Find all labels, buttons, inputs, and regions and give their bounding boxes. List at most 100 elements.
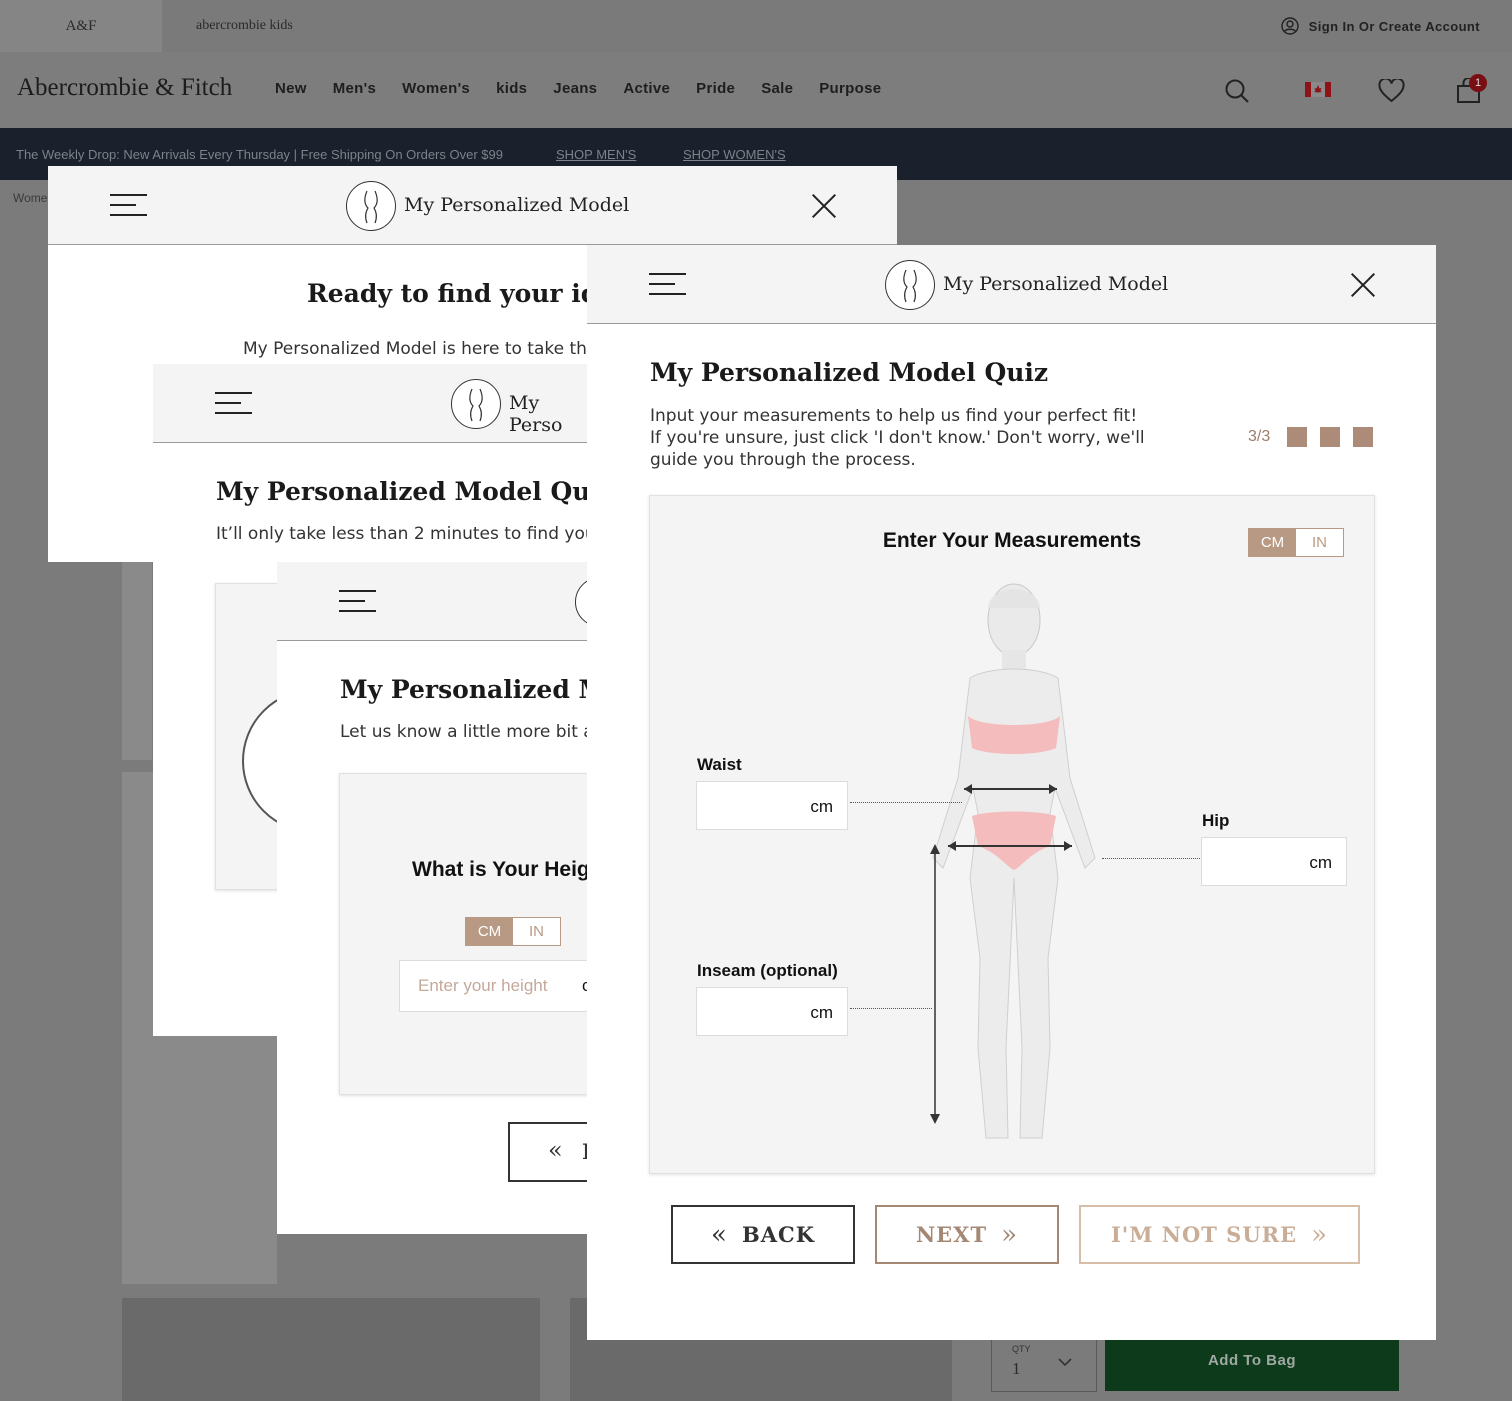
wishlist-heart-icon[interactable] <box>1378 79 1405 103</box>
not-sure-button[interactable]: I'M NOT SURE » <box>1079 1205 1360 1264</box>
waist-input[interactable]: cm <box>696 781 848 830</box>
bag-count-badge: 1 <box>1469 74 1487 92</box>
next-label: NEXT <box>915 1222 988 1247</box>
modal-header <box>277 562 587 641</box>
tab-abercrombie-kids[interactable]: abercrombie kids <box>196 0 293 52</box>
modal-header: My Perso <box>153 364 587 443</box>
account-icon <box>1280 17 1299 35</box>
chevron-down-icon <box>1058 1358 1072 1367</box>
model-logo-icon <box>451 379 501 429</box>
hip-input[interactable]: cm <box>1201 837 1347 886</box>
nav-kids[interactable]: kids <box>496 80 527 97</box>
shop-womens-link[interactable]: SHOP WOMEN'S <box>683 147 786 162</box>
quiz-heading: My Personalized Model Quiz <box>650 358 1049 387</box>
inseam-guide-line <box>850 1008 932 1009</box>
nav-mens[interactable]: Men's <box>333 80 376 97</box>
tab-kids-label: abercrombie kids <box>196 18 293 33</box>
model-logo-icon <box>885 260 935 310</box>
shop-mens-link[interactable]: SHOP MEN'S <box>556 147 636 162</box>
menu-icon[interactable] <box>110 194 147 216</box>
sign-in-label: Sign In Or Create Account <box>1308 18 1480 34</box>
unit-cm-button[interactable]: CM <box>1249 529 1296 556</box>
measurements-panel: Enter Your Measurements CM IN Waist cm H… <box>649 495 1375 1174</box>
quiz-intro-text: It’ll only take less than 2 minutes to f… <box>216 524 587 544</box>
personalized-model-modal-measurements: My Personalized Model My Personalized Mo… <box>587 245 1436 1340</box>
back-button[interactable]: « BACK <box>671 1205 855 1264</box>
modal-title: My Personalized Model <box>943 273 1169 295</box>
modal-intro-text: My Personalized Model is here to take th… <box>243 339 614 359</box>
body-model-figure <box>930 583 1096 1139</box>
breadcrumb[interactable]: Wome <box>13 191 47 205</box>
canada-flag-icon[interactable] <box>1305 82 1331 97</box>
intro-line: If you're unsure, just click 'I don't kn… <box>650 428 1145 448</box>
model-logo-icon <box>346 181 396 231</box>
inseam-input[interactable]: cm <box>696 987 848 1036</box>
tab-af-label: A&F <box>65 17 97 34</box>
height-input[interactable]: Enter your height c <box>399 960 587 1012</box>
menu-icon[interactable] <box>649 273 686 295</box>
back-button[interactable]: « I <box>508 1122 587 1182</box>
unit-in-button[interactable]: IN <box>513 918 560 945</box>
menu-icon[interactable] <box>215 392 252 414</box>
height-placeholder: Enter your height <box>418 976 548 995</box>
hip-unit: cm <box>1309 853 1332 872</box>
inseam-label: Inseam (optional) <box>697 961 838 980</box>
sign-in-link[interactable]: Sign In Or Create Account <box>1280 0 1480 52</box>
hip-guide-line <box>1102 858 1200 859</box>
hip-label: Hip <box>1202 811 1230 830</box>
intro-line: Input your measurements to help us find … <box>650 406 1138 426</box>
qty-value: 1 <box>1012 1359 1021 1378</box>
modal-title: My Personalized Model <box>404 194 630 216</box>
inseam-unit: cm <box>810 1003 833 1022</box>
quantity-select[interactable]: QTY 1 <box>991 1338 1097 1392</box>
step-indicator: 3/3 <box>1248 428 1271 445</box>
product-image <box>122 560 152 760</box>
step-dot <box>1353 427 1373 447</box>
menu-icon[interactable] <box>339 590 376 612</box>
nav-links: New Men's Women's kids Jeans Active Prid… <box>275 80 881 97</box>
quiz-heading: My Personalized Model Quiz <box>216 477 587 506</box>
model-logo-icon <box>575 577 587 627</box>
qty-label: QTY <box>1012 1344 1031 1354</box>
modal-title: My Perso <box>509 392 563 436</box>
nav-purpose[interactable]: Purpose <box>819 80 881 97</box>
image-gap <box>540 1298 570 1401</box>
waist-guide-line <box>850 802 962 803</box>
nav-new[interactable]: New <box>275 80 307 97</box>
nav-womens[interactable]: Women's <box>402 80 470 97</box>
promo-text: The Weekly Drop: New Arrivals Every Thur… <box>16 147 503 162</box>
back-label: BACK <box>741 1222 815 1247</box>
unit-cm-button[interactable]: CM <box>466 918 513 945</box>
intro-line: guide you through the process. <box>650 450 916 470</box>
height-panel: What is Your Heig CM IN Enter your heigh… <box>339 773 587 1095</box>
quiz-intro-text: Input your measurements to help us find … <box>650 405 1145 471</box>
unit-in-button[interactable]: IN <box>1296 529 1343 556</box>
tab-af[interactable]: A&F <box>0 0 162 52</box>
close-icon[interactable] <box>811 193 837 219</box>
double-chevron-right-icon: » <box>1001 1219 1019 1250</box>
personalized-model-modal-height: My Personalized Moc Let us know a little… <box>277 562 587 1234</box>
double-chevron-left-icon: « <box>548 1136 563 1164</box>
not-sure-label: I'M NOT SURE <box>1110 1222 1298 1247</box>
search-icon[interactable] <box>1224 78 1250 104</box>
double-chevron-left-icon: « <box>711 1219 728 1250</box>
double-chevron-right-icon: » <box>1311 1219 1329 1250</box>
next-button[interactable]: NEXT » <box>875 1205 1059 1264</box>
nav-sale[interactable]: Sale <box>761 80 793 97</box>
unit-toggle: CM IN <box>1248 528 1344 557</box>
step-dot <box>1287 427 1307 447</box>
modal-header: My Personalized Model <box>48 166 897 245</box>
nav-jeans[interactable]: Jeans <box>553 80 597 97</box>
unit-toggle: CM IN <box>465 917 561 946</box>
close-icon[interactable] <box>1350 272 1376 298</box>
height-question: What is Your Heig <box>412 858 587 881</box>
modal-header: My Personalized Model <box>587 245 1436 324</box>
step-dot <box>1320 427 1340 447</box>
waist-label: Waist <box>697 755 742 774</box>
quiz-intro-text: Let us know a little more bit abo <box>340 722 587 742</box>
quiz-heading: My Personalized Moc <box>340 675 587 704</box>
nav-active[interactable]: Active <box>623 80 670 97</box>
brand-logo[interactable]: Abercrombie & Fitch <box>17 74 232 102</box>
waist-unit: cm <box>810 797 833 816</box>
nav-pride[interactable]: Pride <box>696 80 735 97</box>
